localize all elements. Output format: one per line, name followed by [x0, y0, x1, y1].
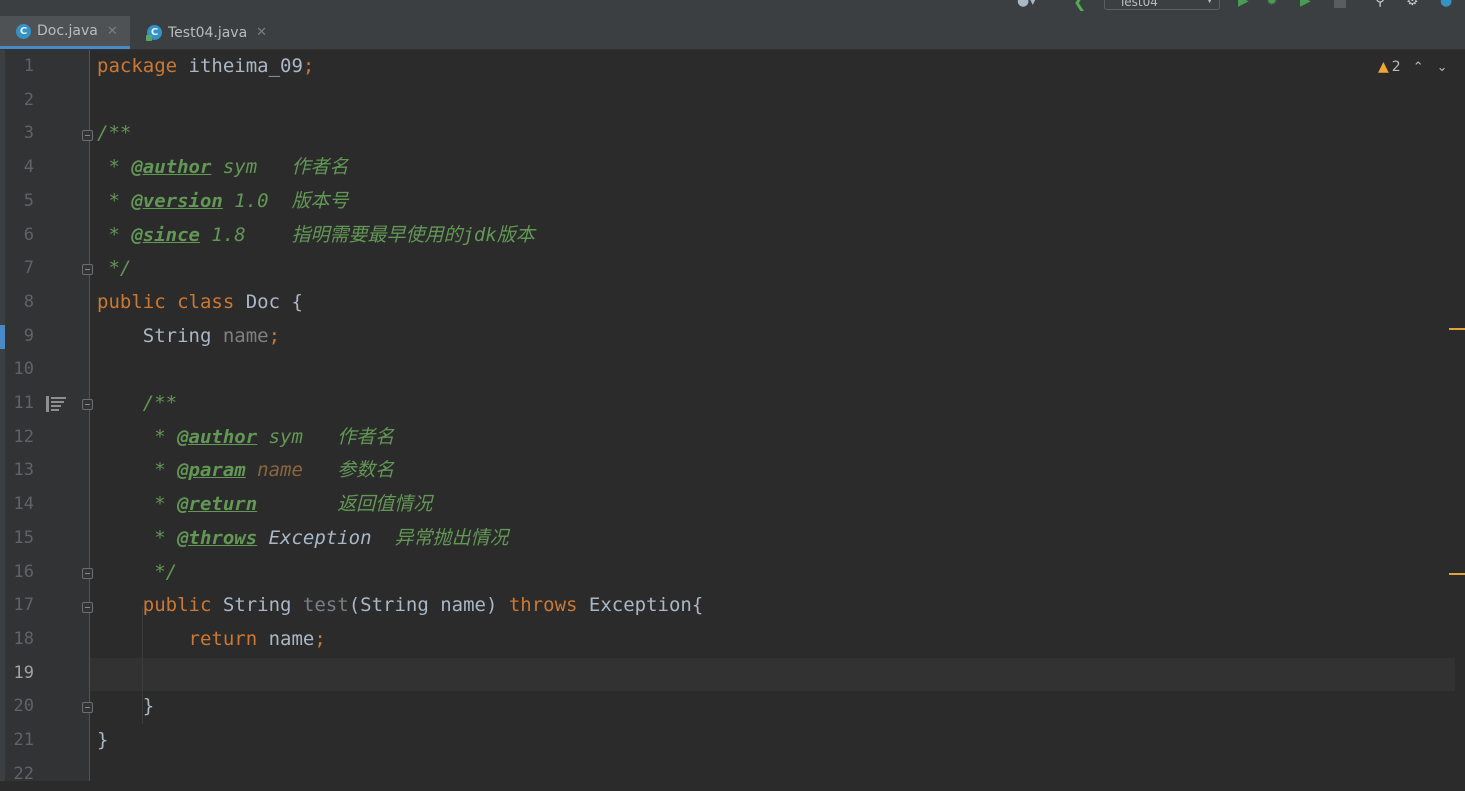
code-line-13: * @param name 参数名 — [97, 459, 395, 482]
line-number: 9 — [23, 325, 34, 346]
line-number: 12 — [13, 426, 34, 447]
run-config-label: Test04 — [1119, 0, 1158, 9]
search-icon[interactable]: ⚲ — [1375, 0, 1385, 9]
stop-icon[interactable] — [1334, 0, 1346, 8]
line-number: 22 — [13, 763, 34, 784]
code-line-9: String name; — [97, 324, 281, 347]
code-line-8: public class Doc { — [97, 290, 303, 313]
code-line-3: /** — [97, 122, 132, 145]
code-line-4: * @author sym 作者名 — [97, 156, 349, 179]
class-runnable-icon: C — [146, 25, 162, 41]
chevron-up-icon[interactable]: ⌃ — [1413, 60, 1424, 75]
line-number: 15 — [13, 527, 34, 548]
line-number: 7 — [23, 258, 34, 279]
code-line-7: */ — [97, 257, 132, 280]
code-line-16: */ — [97, 560, 178, 583]
code-line-11: /** — [97, 392, 178, 414]
tab-doc-java[interactable]: C Doc.java ✕ — [0, 16, 130, 49]
gutter-strip — [0, 50, 5, 781]
line-number: 3 — [23, 123, 34, 144]
toggle-rendered-view-icon[interactable] — [46, 396, 68, 412]
line-number: 6 — [23, 224, 34, 245]
coverage-icon[interactable]: ▶ — [1300, 0, 1311, 9]
warning-count: 2 — [1391, 59, 1401, 75]
user-icon[interactable]: ●▾ — [1017, 0, 1047, 9]
warning-stripe-marker[interactable] — [1449, 328, 1465, 330]
warning-icon: ▲ — [1378, 59, 1389, 75]
line-number: 2 — [23, 89, 34, 110]
code-line-6: * @since 1.8 指明需要最早使用的jdk版本 — [97, 223, 535, 246]
tab-label: Doc.java — [37, 23, 98, 39]
close-icon[interactable]: ✕ — [256, 25, 267, 40]
line-number: 18 — [13, 628, 34, 649]
line-number: 17 — [13, 595, 34, 616]
line-number: 10 — [13, 359, 34, 380]
tab-test04-java[interactable]: C Test04.java ✕ — [131, 16, 271, 49]
fold-collapse-icon[interactable] — [82, 130, 93, 141]
code-line-15: * @throws Exception 异常抛出情况 — [97, 526, 509, 549]
class-icon: C — [16, 23, 31, 39]
code-line-5: * @version 1.0 版本号 — [97, 189, 349, 212]
code-line-1: package itheima_09; — [97, 55, 315, 77]
back-arrow-icon[interactable]: ❮ — [1073, 0, 1086, 11]
fold-end-icon[interactable] — [82, 264, 93, 275]
inspection-widget[interactable]: ▲ 2 ⌃ ⌄ — [1378, 58, 1448, 76]
line-number: 11 — [13, 393, 34, 413]
code-line-20: } — [97, 695, 155, 718]
line-number: 16 — [13, 561, 34, 582]
main-toolbar: ●▾ ❮ Test04 ▼ ▶ ✹ ▶ ⚲ ⚙ ● — [0, 0, 1465, 16]
chevron-down-icon: ▼ — [1206, 0, 1213, 5]
code-line-17: public String test(String name) throws E… — [142, 594, 704, 617]
line-number: 5 — [23, 190, 34, 211]
fold-end-icon[interactable] — [82, 568, 93, 579]
edge-icon[interactable]: ● — [1440, 0, 1452, 9]
line-number-current: 19 — [13, 662, 34, 683]
current-line-highlight — [90, 658, 1455, 691]
warning-stripe-marker[interactable] — [1449, 573, 1465, 575]
editor-tab-bar: C Doc.java ✕ C Test04.java ✕ — [0, 16, 1465, 50]
close-icon[interactable]: ✕ — [107, 24, 118, 39]
fold-collapse-icon[interactable] — [82, 602, 93, 613]
run-icon[interactable]: ▶ — [1238, 0, 1249, 9]
fold-collapse-icon[interactable] — [82, 399, 93, 410]
settings-icon[interactable]: ⚙ — [1406, 0, 1419, 9]
code-editor[interactable]: 1 2 3 4 5 6 7 8 9 10 11 12 13 14 15 16 1… — [0, 50, 1465, 784]
code-line-12: * @author sym 作者名 — [97, 425, 395, 448]
line-number: 21 — [13, 730, 34, 750]
tab-label: Test04.java — [168, 24, 248, 41]
line-number: 8 — [23, 291, 34, 312]
line-number: 13 — [13, 460, 34, 481]
line-number: 20 — [13, 696, 34, 717]
code-line-21: } — [97, 729, 109, 751]
change-marker — [0, 325, 5, 349]
line-gutter[interactable]: 1 2 3 4 5 6 7 8 9 10 11 12 13 14 15 16 1… — [0, 50, 90, 784]
debug-icon[interactable]: ✹ — [1266, 0, 1278, 9]
line-number: 1 — [23, 56, 34, 76]
line-number: 4 — [23, 157, 34, 178]
fold-end-icon[interactable] — [82, 702, 93, 713]
code-line-14: * @return 返回值情况 — [97, 493, 433, 516]
chevron-down-icon[interactable]: ⌄ — [1437, 60, 1448, 75]
code-line-18: return name; — [188, 627, 326, 650]
run-config-selector[interactable]: Test04 ▼ — [1104, 0, 1220, 10]
line-number: 14 — [13, 494, 34, 515]
